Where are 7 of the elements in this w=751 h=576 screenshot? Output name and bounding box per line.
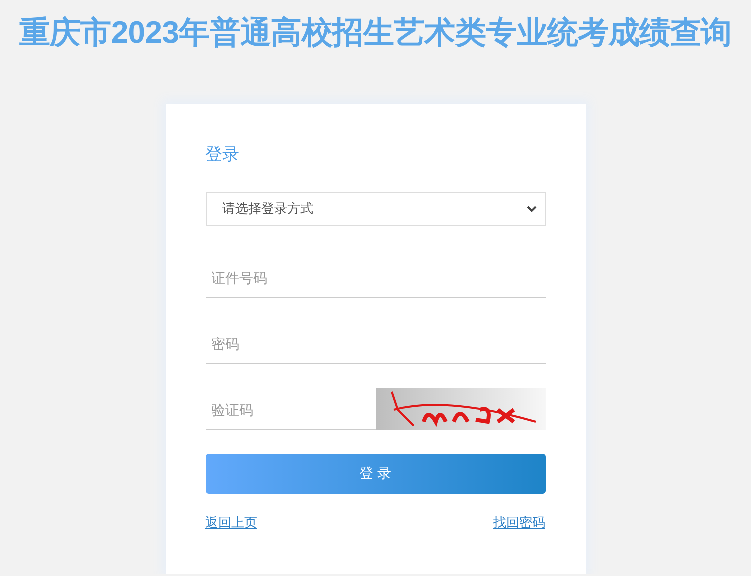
login-method-select[interactable]: 请选择登录方式: [206, 192, 546, 226]
login-heading: 登录: [206, 144, 240, 166]
back-link[interactable]: 返回上页: [206, 514, 258, 532]
chevron-down-icon: [526, 206, 536, 212]
recover-password-link[interactable]: 找回密码: [494, 514, 546, 532]
login-button[interactable]: 登 录: [206, 454, 546, 494]
page-title: 重庆市2023年普通高校招生艺术类专业统考成绩查询: [18, 14, 733, 52]
